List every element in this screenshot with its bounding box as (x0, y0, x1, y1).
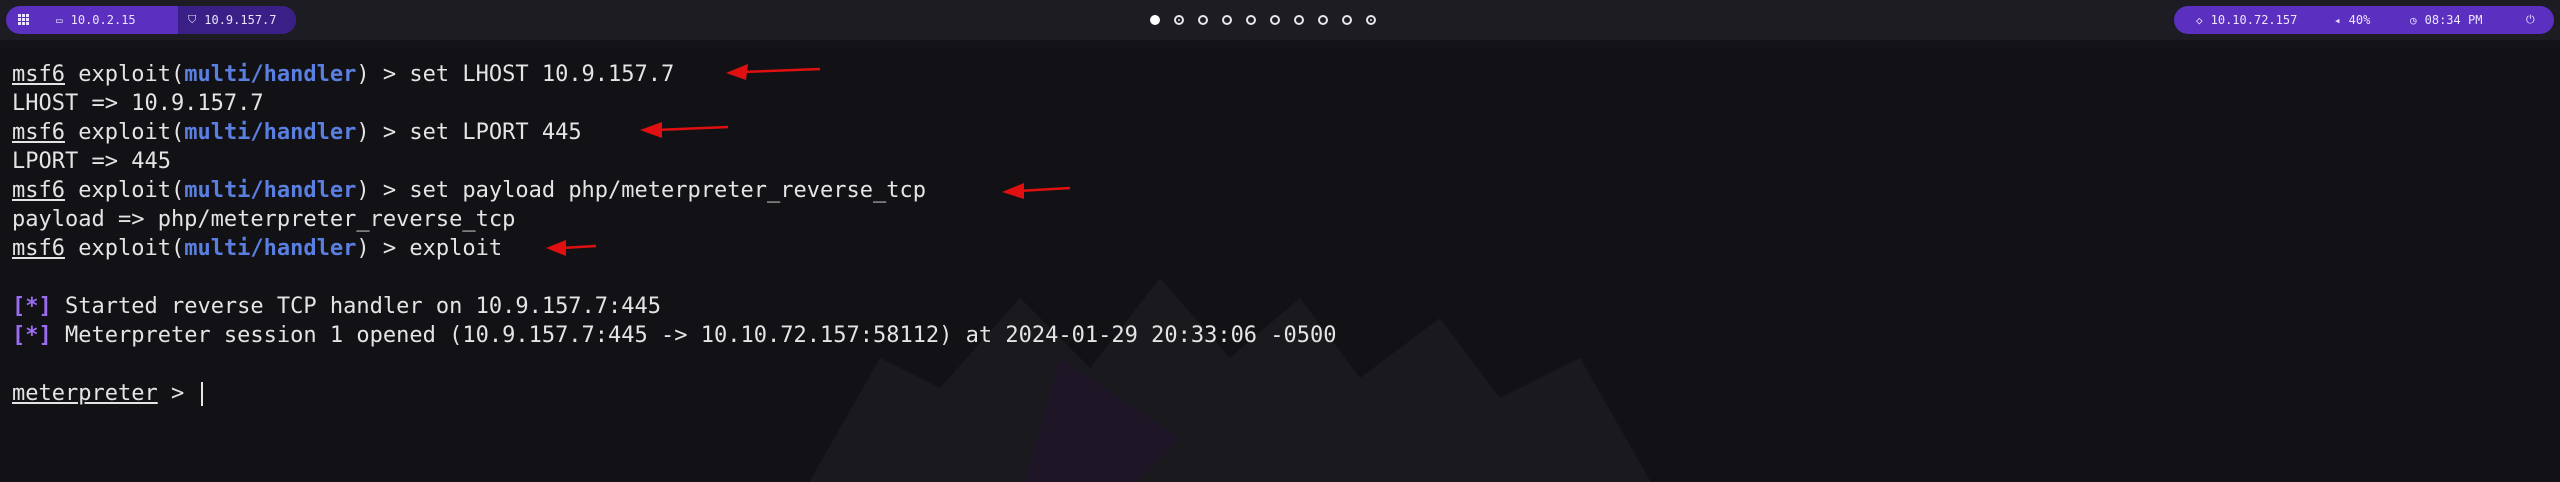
annotation-arrows (546, 64, 1071, 256)
workspace-7[interactable] (1294, 15, 1304, 25)
arrow-icon (546, 240, 597, 256)
workspace-5[interactable] (1246, 15, 1256, 25)
workspace-3[interactable] (1198, 15, 1208, 25)
local-ip-tab[interactable]: ▭ 10.0.2.15 (56, 6, 136, 34)
top-bar: ▭ 10.0.2.15 ⛉ 10.9.157.7 ◇ 10.10.72.157 … (0, 0, 2560, 40)
speaker-icon: ◂ (2334, 13, 2341, 27)
workspace-6[interactable] (1270, 15, 1280, 25)
apps-grid-icon[interactable] (18, 14, 30, 26)
right-status-pill: ◇ 10.10.72.157 ◂ 40% ◷ 08:34 PM ⏻ (2174, 6, 2554, 34)
workspace-9[interactable] (1342, 15, 1352, 25)
volume-label: 40% (2348, 13, 2371, 27)
power-button[interactable]: ⏻ (2526, 6, 2543, 34)
target-ip-label: 10.10.72.157 (2210, 13, 2298, 27)
local-ip-label: 10.0.2.15 (70, 13, 136, 27)
arrow-icon (726, 64, 821, 80)
volume-indicator[interactable]: ◂ 40% (2334, 6, 2370, 34)
workspace-10[interactable] (1366, 15, 1376, 25)
terminal-window[interactable]: msf6 exploit(multi/handler) > set LHOST … (0, 48, 2560, 482)
workspace-1[interactable] (1150, 15, 1160, 25)
clock-label: 08:34 PM (2424, 13, 2483, 27)
workspace-8[interactable] (1318, 15, 1328, 25)
clock-icon: ◷ (2410, 13, 2417, 27)
shield-icon: ⛉ (188, 13, 197, 26)
vpn-ip-label: 10.9.157.7 (204, 13, 277, 27)
workspace-2[interactable] (1174, 15, 1184, 25)
arrow-icon (1002, 183, 1071, 199)
vpn-ip-tab[interactable]: ⛉ 10.9.157.7 (178, 6, 296, 34)
target-ip-indicator[interactable]: ◇ 10.10.72.157 (2196, 6, 2297, 34)
workspace-indicators (1150, 12, 1390, 28)
monitor-icon: ▭ (56, 13, 63, 27)
left-status-pill: ▭ 10.0.2.15 ⛉ 10.9.157.7 (6, 6, 296, 34)
arrow-icon (640, 122, 729, 138)
target-icon: ◇ (2196, 13, 2203, 27)
power-icon: ⏻ (2526, 13, 2535, 26)
clock-indicator[interactable]: ◷ 08:34 PM (2410, 6, 2482, 34)
workspace-4[interactable] (1222, 15, 1232, 25)
